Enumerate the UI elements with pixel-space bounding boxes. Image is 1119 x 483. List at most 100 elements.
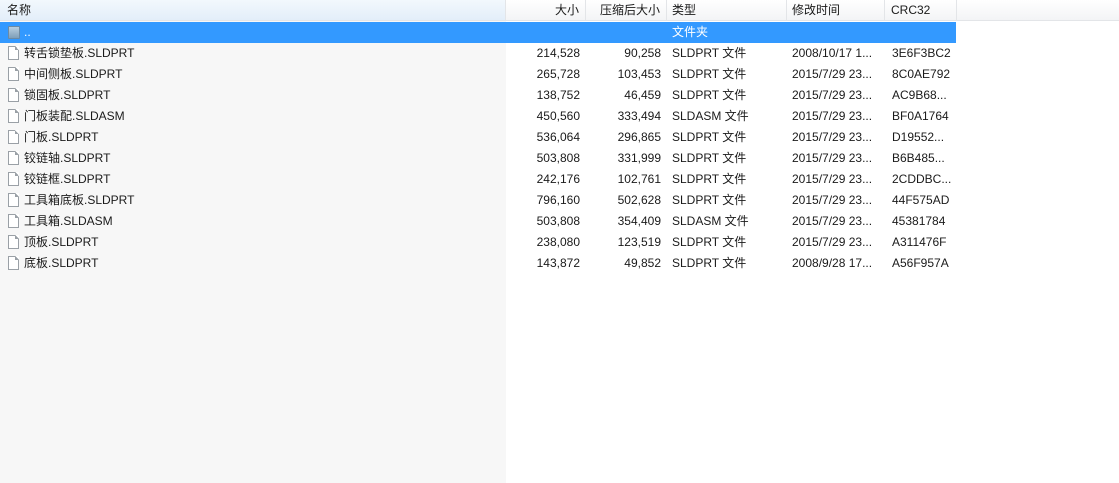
row-crc32: 8C0AE792 [892,67,951,81]
row-name: 门板装配.SLDASM [24,109,125,123]
row-packed-size: 354,409 [617,214,661,228]
row-name: 门板.SLDPRT [24,130,99,144]
file-icon [8,46,19,60]
row-name: 铰链框.SLDPRT [24,172,111,186]
column-header-size[interactable]: 大小 [506,0,586,20]
row-type: SLDPRT 文件 [672,88,747,102]
row-modified: 2015/7/29 23... [792,214,873,228]
row-size: 796,160 [536,193,580,207]
file-icon [8,214,19,228]
column-header-packed-size[interactable]: 压缩后大小 [586,0,667,20]
row-crc32: 44F575AD [892,193,950,207]
row-name: .. [24,25,31,39]
row-size: 265,728 [536,67,580,81]
row-modified: 2015/7/29 23... [792,109,873,123]
row-type: SLDASM 文件 [672,214,749,228]
column-header-bar: 名称 大小 压缩后大小 类型 修改时间 CRC32 [0,0,1119,21]
file-icon [8,235,19,249]
row-name: 顶板.SLDPRT [24,235,99,249]
row-crc32: D19552... [892,130,945,144]
row-crc32: 2CDDBC... [892,172,952,186]
row-crc32: 45381784 [892,214,946,228]
row-crc32: 3E6F3BC2 [892,46,951,60]
row-name: 底板.SLDPRT [24,256,99,270]
table-row[interactable]: 锁固板.SLDPRT 138,752 46,459 SLDPRT 文件 2015/7/2… [0,85,956,106]
table-row[interactable]: 转舌锁垫板.SLDPRT 214,528 90,258 SLDPRT 文件 2008/1… [0,43,956,64]
row-name: 铰链轴.SLDPRT [24,151,111,165]
column-header-type[interactable]: 类型 [667,0,787,20]
row-modified: 2015/7/29 23... [792,172,873,186]
row-type: SLDPRT 文件 [672,46,747,60]
row-type: SLDPRT 文件 [672,151,747,165]
row-modified: 2015/7/29 23... [792,88,873,102]
row-crc32: AC9B68... [892,88,947,102]
row-packed-size: 123,519 [617,235,661,249]
row-modified: 2015/7/29 23... [792,130,873,144]
table-row[interactable]: 铰链轴.SLDPRT 503,808 331,999 SLDPRT 文件 2015/7/… [0,148,956,169]
row-packed-size: 331,999 [617,151,661,165]
row-size: 503,808 [536,151,580,165]
row-modified: 2008/10/17 1... [792,46,873,60]
table-row[interactable]: 工具箱.SLDASM 503,808 354,409 SLDASM 文件 2015/7/… [0,211,956,232]
file-icon [8,172,19,186]
row-size: 214,528 [536,46,580,60]
row-packed-size: 333,494 [617,109,661,123]
row-type: SLDPRT 文件 [672,235,747,249]
folder-up-icon [8,26,20,39]
table-row[interactable]: 工具箱底板.SLDPRT 796,160 502,628 SLDPRT 文件 2015/… [0,190,956,211]
row-modified: 2015/7/29 23... [792,151,873,165]
row-size: 242,176 [536,172,580,186]
file-icon [8,193,19,207]
table-row[interactable]: 铰链框.SLDPRT 242,176 102,761 SLDPRT 文件 2015/7/… [0,169,956,190]
row-size: 503,808 [536,214,580,228]
table-row[interactable]: 底板.SLDPRT 143,872 49,852 SLDPRT 文件 2008/9/28… [0,253,956,274]
row-modified: 2015/7/29 23... [792,235,873,249]
row-crc32: A56F957A [892,256,949,270]
row-size: 238,080 [536,235,580,249]
row-name: 工具箱.SLDASM [24,214,113,228]
row-type: SLDPRT 文件 [672,130,747,144]
row-type: SLDPRT 文件 [672,67,747,81]
row-type: 文件夹 [672,25,709,39]
file-list-view: 名称 大小 压缩后大小 类型 修改时间 CRC32 .. 文件夹 转舌锁垫板.S… [0,0,1119,483]
file-icon [8,151,19,165]
row-packed-size: 49,852 [624,256,661,270]
row-type: SLDPRT 文件 [672,256,747,270]
row-size: 450,560 [536,109,580,123]
table-row[interactable]: 中间侧板.SLDPRT 265,728 103,453 SLDPRT 文件 2015/7… [0,64,956,85]
row-packed-size: 296,865 [617,130,661,144]
row-type: SLDPRT 文件 [672,172,747,186]
row-type: SLDASM 文件 [672,109,749,123]
row-packed-size: 102,761 [617,172,661,186]
file-icon [8,109,19,123]
table-row[interactable]: 门板.SLDPRT 536,064 296,865 SLDPRT 文件 2015/7/2… [0,127,956,148]
row-name: 工具箱底板.SLDPRT [24,193,135,207]
row-crc32: B6B485... [892,151,945,165]
row-packed-size: 103,453 [617,67,661,81]
table-row[interactable]: 顶板.SLDPRT 238,080 123,519 SLDPRT 文件 2015/7/2… [0,232,956,253]
row-size: 138,752 [536,88,580,102]
row-packed-size: 502,628 [617,193,661,207]
column-header-modified[interactable]: 修改时间 [787,0,885,20]
column-header-name[interactable]: 名称 [0,0,506,20]
file-icon [8,256,19,270]
table-row-parent-folder[interactable]: .. 文件夹 [0,22,956,43]
row-name: 锁固板.SLDPRT [24,88,111,102]
row-name: 转舌锁垫板.SLDPRT [24,46,135,60]
row-packed-size: 46,459 [624,88,661,102]
row-modified: 2008/9/28 17... [792,256,873,270]
column-header-crc32[interactable]: CRC32 [885,0,957,20]
row-size: 536,064 [536,130,580,144]
file-icon [8,88,19,102]
row-modified: 2015/7/29 23... [792,67,873,81]
row-name: 中间侧板.SLDPRT [24,67,123,81]
row-type: SLDPRT 文件 [672,193,747,207]
row-size: 143,872 [536,256,580,270]
file-icon [8,130,19,144]
file-icon [8,67,19,81]
table-row[interactable]: 门板装配.SLDASM 450,560 333,494 SLDASM 文件 2015/7… [0,106,956,127]
row-modified: 2015/7/29 23... [792,193,873,207]
row-packed-size: 90,258 [624,46,661,60]
row-crc32: A311476F [892,235,947,249]
row-crc32: BF0A1764 [892,109,949,123]
